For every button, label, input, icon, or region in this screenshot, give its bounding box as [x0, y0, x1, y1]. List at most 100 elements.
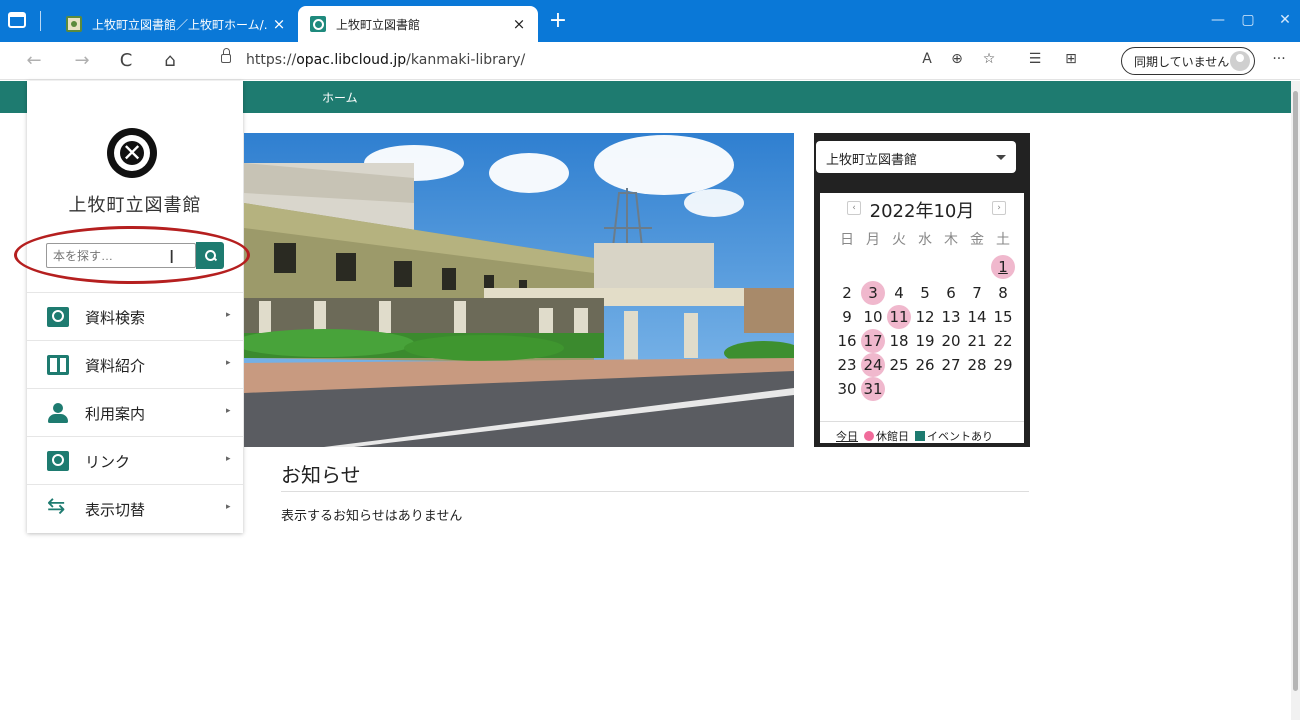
open-book-icon	[47, 355, 69, 375]
scrollbar-thumb[interactable]	[1293, 91, 1298, 691]
profile-sync-button[interactable]: 同期していません	[1121, 47, 1255, 75]
calendar-header: 上牧町立図書館	[814, 133, 1030, 193]
chevron-right-icon: ▸	[226, 406, 231, 416]
calendar-day[interactable]: 27	[938, 353, 964, 377]
search-highlight-annotation	[14, 226, 250, 284]
sidebar-item-label: 資料検索	[85, 309, 146, 327]
home-button[interactable]: ⌂	[158, 50, 182, 72]
zoom-icon[interactable]: ⊕	[946, 51, 968, 67]
calendar-day[interactable]: 8	[990, 281, 1016, 305]
calendar-weekday: 火	[892, 232, 906, 248]
chevron-down-icon	[996, 155, 1006, 160]
profile-avatar-icon	[1230, 51, 1250, 71]
sidebar-item-introduction[interactable]: 資料紹介 ▸	[27, 340, 243, 388]
minimize-button[interactable]: —	[1208, 12, 1228, 28]
news-empty-message: 表示するお知らせはありません	[281, 509, 463, 524]
more-options-icon[interactable]: ···	[1268, 51, 1290, 67]
reload-button[interactable]: C	[114, 50, 138, 72]
legend-event-label: イベントあり	[927, 429, 993, 443]
nav-home-link[interactable]: ホーム	[322, 89, 358, 106]
tab-actions-icon[interactable]	[8, 12, 26, 28]
calendar-day[interactable]: 23	[834, 353, 860, 377]
calendar-day[interactable]: 25	[886, 353, 912, 377]
browser-toolbar: ← → C ⌂ https://opac.libcloud.jp/kanmaki…	[0, 42, 1300, 80]
library-calendar: 上牧町立図書館 ‹ 2022年10月 › 日月火水木金土 1 2 3 4 5 6 7 8 9 10…	[814, 133, 1030, 447]
calendar-day[interactable]: 22	[990, 329, 1016, 353]
legend-closed-label: 休館日	[876, 429, 909, 443]
calendar-day[interactable]: 13	[938, 305, 964, 329]
calendar-day[interactable]: 5	[912, 281, 938, 305]
sidebar-item-guide[interactable]: 利用案内 ▸	[27, 388, 243, 436]
sidebar-item-label: 利用案内	[85, 405, 146, 423]
calendar-day[interactable]: 20	[938, 329, 964, 353]
calendar-day[interactable]: 19	[912, 329, 938, 353]
calendar-day[interactable]: 15	[990, 305, 1016, 329]
tab-close-icon[interactable]: ×	[268, 15, 290, 33]
town-favicon-icon	[66, 16, 82, 32]
calendar-day[interactable]: 14	[964, 305, 990, 329]
calendar-weekday: 金	[970, 232, 984, 248]
calendar-day[interactable]: 24	[860, 353, 886, 377]
calendar-day[interactable]: 10	[860, 305, 886, 329]
calendar-day[interactable]: 11	[886, 305, 912, 329]
add-favorite-icon[interactable]: ☆	[978, 51, 1000, 67]
tab-town-homepage[interactable]: 上牧町立図書館／上牧町ホーム/… ×	[54, 6, 298, 42]
calendar-day[interactable]: 26	[912, 353, 938, 377]
chevron-right-icon: ▸	[226, 454, 231, 464]
back-button[interactable]: ←	[22, 50, 46, 72]
favorites-icon[interactable]: ☰	[1024, 51, 1046, 67]
library-select-dropdown[interactable]: 上牧町立図書館	[816, 141, 1016, 173]
page-scrollbar[interactable]	[1291, 81, 1300, 720]
sidebar: ✕ 上牧町立図書館 I 資料検索 ▸ 資料紹介 ▸ 利用案内 ▸ リン	[27, 81, 243, 533]
sidebar-item-search[interactable]: 資料検索 ▸	[27, 292, 243, 340]
next-month-button[interactable]: ›	[992, 201, 1006, 215]
forward-button[interactable]: →	[70, 50, 94, 72]
calendar-weekday: 日	[840, 232, 854, 248]
restore-button[interactable]: ▢	[1238, 12, 1258, 28]
library-building-photo	[244, 133, 794, 447]
calendar-day[interactable]: 28	[964, 353, 990, 377]
library-page: ホーム ✕ 上牧町立図書館 I 資料検索 ▸ 資料紹介 ▸ 利用案内 ▸	[0, 81, 1291, 720]
address-bar[interactable]: https://opac.libcloud.jp/kanmaki-library…	[246, 52, 525, 68]
tab-close-icon[interactable]: ×	[508, 15, 530, 33]
calendar-weekday: 水	[918, 232, 932, 248]
calendar-day[interactable]: 12	[912, 305, 938, 329]
calendar-day[interactable]: 31	[860, 377, 886, 401]
link-icon	[47, 451, 69, 471]
calendar-day[interactable]: 6	[938, 281, 964, 305]
calendar-day[interactable]: 18	[886, 329, 912, 353]
library-favicon-icon	[310, 16, 326, 32]
calendar-day[interactable]: 7	[964, 281, 990, 305]
legend-today-link[interactable]: 今日	[836, 428, 858, 444]
calendar-day[interactable]: 21	[964, 329, 990, 353]
calendar-day[interactable]: 3	[860, 281, 886, 305]
read-aloud-icon[interactable]: A	[916, 51, 938, 67]
search-book-icon	[47, 307, 69, 327]
library-name[interactable]: 上牧町立図書館	[27, 191, 243, 217]
calendar-day[interactable]: 16	[834, 329, 860, 353]
calendar-weekday: 土	[996, 232, 1010, 248]
logo-emblem-icon: ✕	[121, 139, 143, 167]
close-window-button[interactable]: ✕	[1275, 12, 1295, 28]
browser-tab-strip: 上牧町立図書館／上牧町ホーム/… × 上牧町立図書館 × + — ▢ ✕	[0, 0, 1300, 42]
tab-library[interactable]: 上牧町立図書館 ×	[298, 6, 538, 42]
calendar-day[interactable]: 17	[860, 329, 886, 353]
library-select-value: 上牧町立図書館	[826, 153, 918, 168]
sidebar-item-links[interactable]: リンク ▸	[27, 436, 243, 484]
new-tab-button[interactable]: +	[545, 8, 571, 34]
calendar-day[interactable]: 4	[886, 281, 912, 305]
closed-day-dot-icon	[864, 430, 874, 441]
calendar-day[interactable]: 29	[990, 353, 1016, 377]
calendar-day[interactable]: 9	[834, 305, 860, 329]
calendar-day[interactable]: 2	[834, 281, 860, 305]
collections-icon[interactable]: ⊞	[1060, 51, 1082, 67]
calendar-day[interactable]: 30	[834, 377, 860, 401]
chevron-right-icon: ▸	[226, 502, 231, 512]
sidebar-item-display-switch[interactable]: 表示切替 ▸	[27, 484, 243, 532]
calendar-weekday: 木	[944, 232, 958, 248]
calendar-day[interactable]: 1	[990, 255, 1016, 279]
sidebar-item-label: リンク	[85, 453, 131, 471]
lock-icon[interactable]	[221, 48, 231, 63]
chevron-right-icon: ▸	[226, 310, 231, 320]
tab-title: 上牧町立図書館	[336, 17, 421, 32]
